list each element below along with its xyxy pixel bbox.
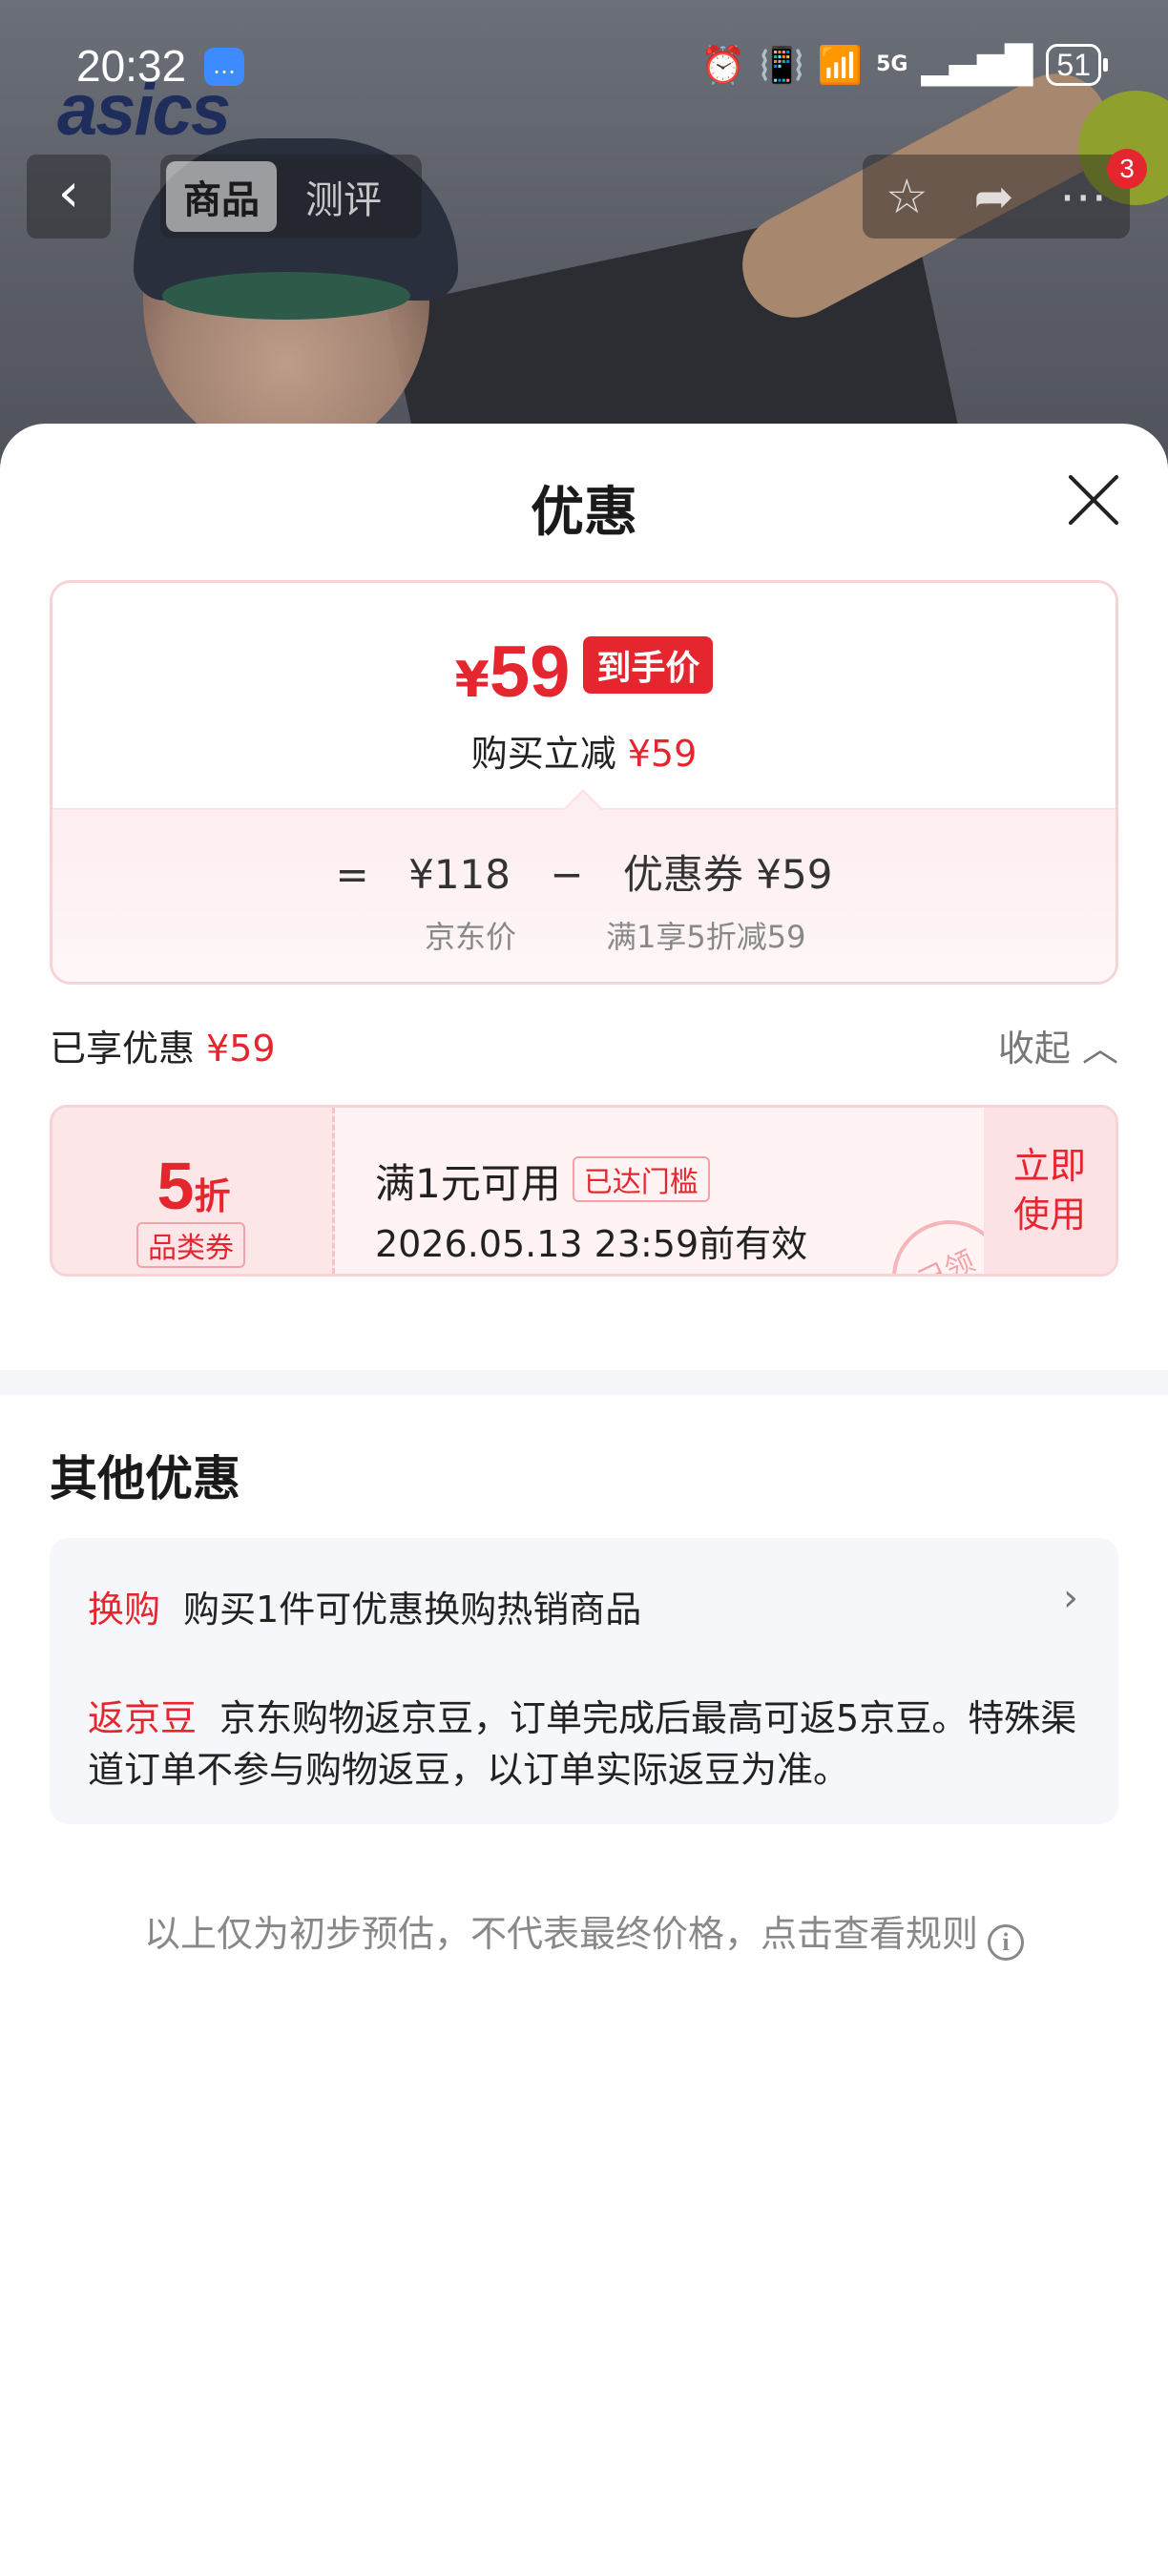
jd-price-label: 京东价 [425, 919, 517, 955]
enjoyed-label: 已享优惠 [50, 1028, 196, 1070]
coupon-expiry: 2026.05.13 23:59前有效 [375, 1223, 808, 1265]
back-button[interactable]: ‹ [27, 155, 111, 239]
share-icon[interactable]: ➦ [973, 169, 1013, 224]
jd-beans-label: 返京豆 [88, 1697, 198, 1739]
vibrate-icon: 📳 [759, 44, 804, 86]
coupon-note: 满1享5折减59 [606, 919, 806, 955]
enjoyed-amount: ¥59 [206, 1028, 276, 1070]
jd-beans-text: 京东购物返京豆，订单完成后最高可返5京豆。特殊渠道订单不参与购物返豆，以订单实际… [88, 1697, 1077, 1791]
sheet-title: 优惠 [531, 482, 637, 544]
status-bar: 20:32 … ⏰ 📳 📶 5G ▂▄▆█ 51 [0, 0, 1168, 134]
signal-icon: ▂▄▆█ [921, 44, 1033, 86]
trade-in-label: 换购 [88, 1589, 161, 1631]
coupon-card: 5折 品类券 满1元可用 已达门槛 2026.05.13 23:59前有效 已领 … [50, 1105, 1118, 1277]
final-price-tag: 到手价 [583, 636, 714, 694]
network-type-label: 5G [876, 52, 908, 76]
price-card: ¥59 到手价 购买立减 ¥59 = ¥118 − 优惠券 ¥59 京东价 满1享5… [50, 580, 1118, 985]
jd-price: ¥118 [408, 851, 511, 898]
trade-in-offer[interactable]: 换购 购买1件可优惠换购热销商品 [88, 1580, 641, 1632]
favorite-star-icon[interactable]: ☆ [886, 169, 928, 224]
use-now-button[interactable]: 立即 使用 [984, 1108, 1116, 1274]
chevron-right-icon[interactable]: › [1063, 1576, 1078, 1620]
battery-indicator: 51 [1046, 44, 1108, 86]
collapse-toggle[interactable]: 收起 ︿ [998, 1019, 1118, 1071]
minus-sign: − [550, 851, 584, 898]
info-icon: i [988, 1924, 1024, 1961]
trade-in-text: 购买1件可优惠换购热销商品 [183, 1589, 642, 1631]
tab-review[interactable]: 测评 [288, 161, 399, 232]
coupon-amount: 优惠券 ¥59 [622, 851, 833, 898]
enjoyed-discount: 已享优惠 ¥59 [50, 1019, 276, 1071]
nav-actions: ☆ ➦ ⋯ [863, 155, 1130, 239]
other-offers-box: 换购 购买1件可优惠换购热销商品 › 返京豆 京东购物返京豆，订单完成后最高可返5京… [50, 1538, 1118, 1824]
currency-symbol: ¥ [454, 652, 490, 709]
alarm-icon: ⏰ [700, 44, 746, 86]
final-price-value: 59 [489, 632, 571, 713]
coupon-value: 5折 [156, 1149, 231, 1223]
instant-discount-amount: ¥59 [627, 733, 698, 775]
more-icon[interactable]: ⋯ [1059, 169, 1107, 224]
chevron-up-icon: ︿ [1081, 1028, 1118, 1070]
wifi-icon: 📶 [817, 44, 864, 86]
coupon-category: 品类券 [136, 1222, 245, 1268]
discount-sheet: 优惠 ¥59 到手价 购买立减 ¥59 = ¥118 − 优惠券 ¥59 京东价 满… [0, 424, 1168, 2576]
rules-disclaimer[interactable]: 以上仅为初步预估，不代表最终价格，点击查看规则 i [0, 1904, 1168, 1961]
instant-discount-label: 购买立减 [470, 733, 616, 775]
coupon-condition: 满1元可用 已达门槛 [375, 1152, 710, 1210]
status-time: 20:32 [76, 41, 187, 91]
price-formula: = ¥118 − 优惠券 ¥59 [52, 842, 1116, 901]
other-offers-title: 其他优惠 [50, 1451, 240, 1506]
threshold-badge: 已达门槛 [572, 1156, 710, 1202]
product-tabs: 商品 测评 [160, 155, 422, 239]
instant-discount: 购买立减 ¥59 [52, 724, 1116, 777]
close-icon[interactable] [1065, 471, 1122, 529]
message-notification-icon: … [204, 48, 244, 86]
final-price: ¥59 到手价 [52, 631, 1116, 714]
section-divider [0, 1370, 1168, 1395]
equals-sign: = [335, 851, 369, 898]
jd-beans-offer: 返京豆 京东购物返京豆，订单完成后最高可返5京豆。特殊渠道订单不参与购物返豆，以订… [88, 1693, 1080, 1796]
tab-product[interactable]: 商品 [166, 161, 277, 232]
notification-badge: 3 [1107, 149, 1147, 189]
